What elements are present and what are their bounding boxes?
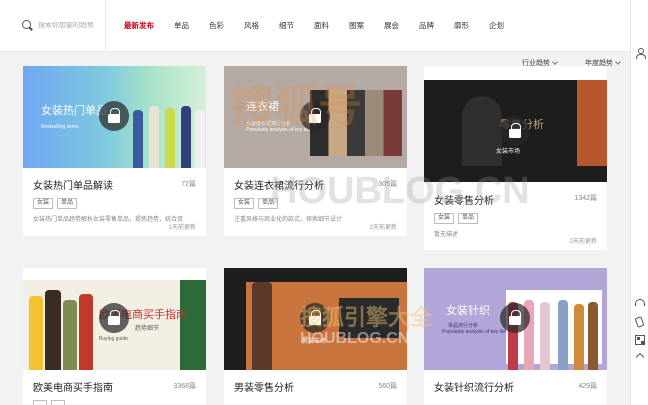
cover-subtitle: Popularity analysis of key items <box>442 329 512 335</box>
nav-item-color[interactable]: 色彩 <box>209 20 224 31</box>
lock-icon <box>309 108 321 123</box>
cover-title: 连衣裙 <box>246 101 279 113</box>
report-card[interactable]: 零售分析 女装市场 女装零售分析 1342篇 女装 单品 暂无描述 2天前更新 <box>424 66 607 250</box>
chevron-down-icon <box>615 59 621 65</box>
report-card[interactable]: 女装针织 单品流行分析 Popularity analysis of key i… <box>424 268 607 405</box>
article-count: 429篇 <box>578 383 597 390</box>
card-title[interactable]: 女装针织流行分析 <box>434 379 597 394</box>
tag[interactable]: 女装 <box>33 198 54 209</box>
update-time: 1天前更新 <box>168 225 196 231</box>
tag[interactable] <box>33 400 47 405</box>
nav-item-planning[interactable]: 企划 <box>489 20 504 31</box>
tag[interactable]: 女装 <box>234 198 255 209</box>
headset-icon[interactable] <box>635 299 645 306</box>
article-count: 1342篇 <box>574 195 597 202</box>
qr-icon[interactable] <box>635 335 645 345</box>
cover-subtitle: Bestselling items <box>41 124 79 130</box>
card-cover-image[interactable]: 男装市场 <box>224 268 407 370</box>
tag[interactable]: 女装 <box>434 213 455 224</box>
tag[interactable]: 单品 <box>258 198 279 209</box>
right-sidebar <box>630 0 648 405</box>
card-title[interactable]: 欧美电商买手指南 <box>33 379 196 394</box>
card-cover-image[interactable]: 女装针织 单品流行分析 Popularity analysis of key i… <box>424 268 607 370</box>
nav-item-exhibition[interactable]: 展会 <box>384 20 399 31</box>
report-card[interactable]: 女装热门单品 Bestselling items 女装热门单品解读 72篇 女装… <box>23 66 206 236</box>
cover-subtitle: 趋势细节 <box>135 326 160 332</box>
cover-title: 女装热门单品 <box>41 105 107 117</box>
cover-title: 女装针织 <box>446 305 490 317</box>
update-time: 2天前更新 <box>569 239 597 245</box>
locked-overlay <box>99 101 129 131</box>
locked-overlay <box>500 116 530 146</box>
report-card[interactable]: 欧美电商买手指南 趋势细节 Buying guide 欧美电商买手指南 3368… <box>23 268 206 405</box>
nav-item-pattern[interactable]: 图案 <box>349 20 364 31</box>
tag[interactable]: 单品 <box>57 198 78 209</box>
back-to-top-icon[interactable] <box>635 351 645 361</box>
nav-item-detail[interactable]: 细节 <box>279 20 294 31</box>
card-title[interactable]: 女装连衣裙流行分析 <box>234 177 397 192</box>
report-card[interactable]: 连衣裙 女装连衣裙流行分析 Popularity analysis of key… <box>224 66 407 236</box>
article-count: 560篇 <box>378 383 397 390</box>
cover-subtitle: 男装市场 <box>302 339 327 345</box>
cover-subtitle-cn: 女装连衣裙流行分析 <box>246 121 292 127</box>
search-input[interactable] <box>38 22 102 29</box>
lock-icon <box>309 310 321 325</box>
article-count: 72篇 <box>181 181 196 188</box>
tag[interactable]: 单品 <box>458 213 479 224</box>
locked-overlay <box>99 303 129 333</box>
article-count: 3368篇 <box>173 383 196 390</box>
article-count: 305篇 <box>378 181 397 188</box>
phone-icon[interactable] <box>634 316 645 328</box>
locked-overlay <box>300 101 330 131</box>
card-cover-image[interactable]: 零售分析 女装市场 <box>424 66 607 182</box>
locked-overlay <box>300 303 330 333</box>
card-cover-image[interactable]: 连衣裙 女装连衣裙流行分析 Popularity analysis of key… <box>224 66 407 168</box>
category-nav: 最新发布 单品 色彩 风格 细节 面料 图案 展会 品牌 廓形 企划 <box>106 20 524 31</box>
card-cover-image[interactable]: 女装热门单品 Bestselling items <box>23 66 206 168</box>
tag[interactable] <box>51 400 65 405</box>
lock-icon <box>108 108 120 123</box>
card-cover-image[interactable]: 欧美电商买手指南 趋势细节 Buying guide <box>23 268 206 370</box>
nav-item-items[interactable]: 单品 <box>174 20 189 31</box>
search-icon[interactable] <box>22 20 33 31</box>
cover-subtitle-en: Buying guide <box>99 336 128 342</box>
cover-subtitle-cn: 单品流行分析 <box>448 323 479 329</box>
nav-item-fabric[interactable]: 面料 <box>314 20 329 31</box>
lock-icon <box>509 310 521 325</box>
locked-overlay <box>500 303 530 333</box>
chevron-down-icon <box>552 59 558 65</box>
report-card[interactable]: 男装市场 男装零售分析 560篇 <box>224 268 407 405</box>
top-bar: 最新发布 单品 色彩 风格 细节 面料 图案 展会 品牌 廓形 企划 <box>0 0 630 52</box>
nav-item-style[interactable]: 风格 <box>244 20 259 31</box>
card-title[interactable]: 女装零售分析 <box>434 192 597 207</box>
nav-item-brand[interactable]: 品牌 <box>419 20 434 31</box>
search-box[interactable] <box>0 0 106 52</box>
cover-subtitle: 女装市场 <box>496 149 521 155</box>
lock-icon <box>108 310 120 325</box>
user-icon[interactable] <box>635 48 646 59</box>
nav-item-silhouette[interactable]: 廓形 <box>454 20 469 31</box>
nav-item-latest[interactable]: 最新发布 <box>124 20 154 31</box>
card-title[interactable]: 女装热门单品解读 <box>33 177 196 192</box>
card-title[interactable]: 男装零售分析 <box>234 379 397 394</box>
update-time: 2天前更新 <box>369 225 397 231</box>
lock-icon <box>509 123 521 138</box>
